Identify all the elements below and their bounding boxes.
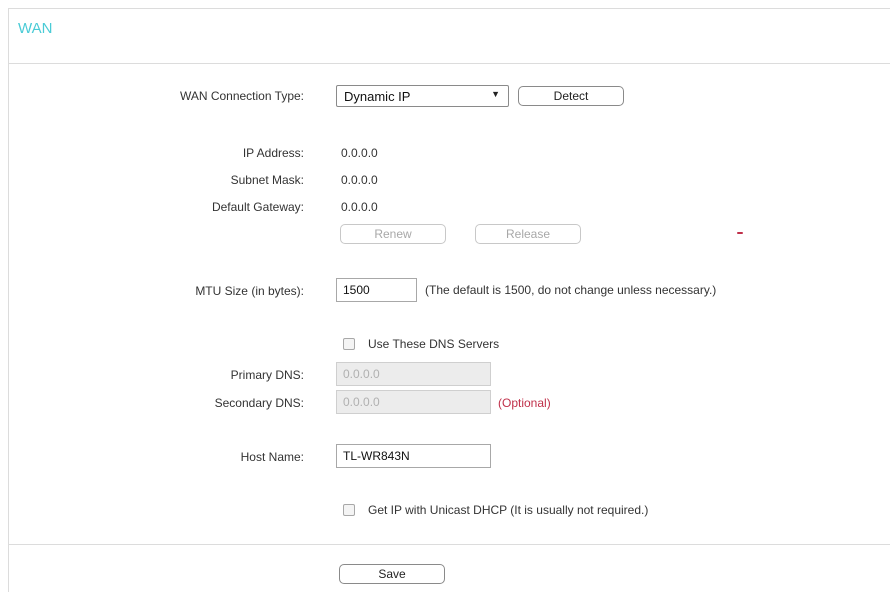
wan-connection-type-select[interactable]: Dynamic IP ▼ — [336, 85, 509, 107]
subnet-mask-label: Subnet Mask: — [230, 173, 304, 187]
ip-address-value: 0.0.0.0 — [341, 146, 378, 160]
title-divider — [8, 63, 890, 64]
primary-dns-input[interactable]: 0.0.0.0 — [336, 362, 491, 386]
subnet-mask-value: 0.0.0.0 — [341, 173, 378, 187]
renew-button[interactable]: Renew — [340, 224, 446, 244]
host-name-label: Host Name: — [240, 450, 304, 464]
secondary-dns-input[interactable]: 0.0.0.0 — [336, 390, 491, 414]
save-button[interactable]: Save — [339, 564, 445, 584]
detect-button[interactable]: Detect — [518, 86, 624, 106]
primary-dns-label: Primary DNS: — [230, 368, 304, 382]
mtu-hint: (The default is 1500, do not change unle… — [425, 283, 717, 297]
default-gateway-label: Default Gateway: — [211, 200, 304, 214]
unicast-dhcp-checkbox[interactable] — [343, 504, 355, 516]
default-gateway-value: 0.0.0.0 — [341, 200, 378, 214]
mtu-size-label: MTU Size (in bytes): — [195, 284, 304, 298]
wan-connection-type-label: WAN Connection Type: — [179, 89, 304, 103]
mtu-size-input[interactable]: 1500 — [336, 278, 417, 302]
ip-address-label: IP Address: — [242, 146, 304, 160]
optional-note: (Optional) — [498, 396, 551, 410]
decorative-mark — [737, 232, 743, 234]
panel-title: WAN — [18, 20, 53, 37]
unicast-dhcp-label: Get IP with Unicast DHCP (It is usually … — [368, 503, 649, 517]
release-button[interactable]: Release — [475, 224, 581, 244]
secondary-dns-label: Secondary DNS: — [214, 396, 304, 410]
use-dns-checkbox[interactable] — [343, 338, 355, 350]
wan-connection-type-value: Dynamic IP — [344, 89, 411, 104]
dropdown-arrow-icon: ▼ — [491, 89, 500, 99]
host-name-input[interactable]: TL-WR843N — [336, 444, 491, 468]
use-dns-label: Use These DNS Servers — [368, 337, 500, 351]
footer-divider — [8, 544, 890, 545]
